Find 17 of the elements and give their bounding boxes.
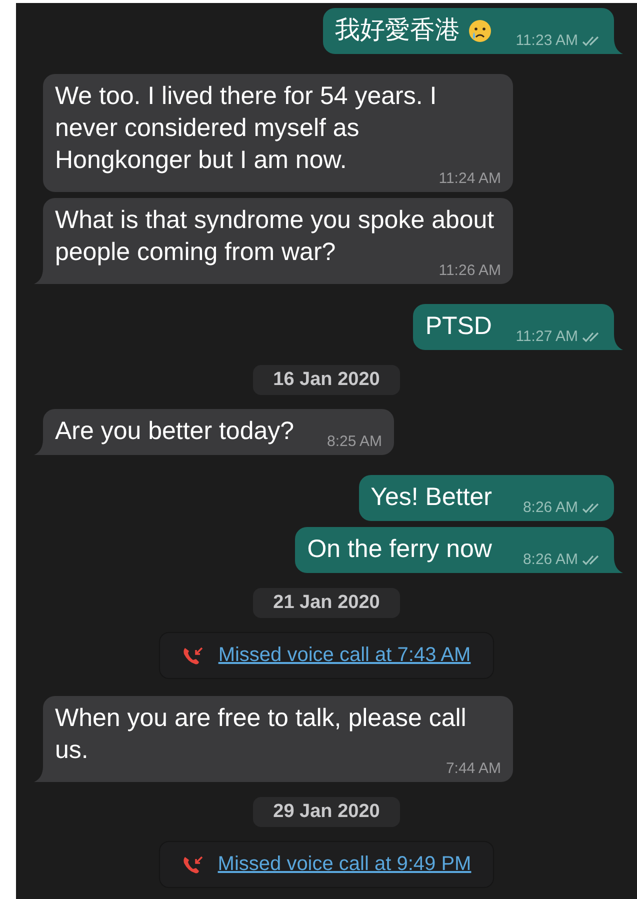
- message-time: 11:27 AM: [516, 328, 578, 346]
- message-text: On the ferry now: [307, 535, 492, 563]
- message-text: Yes! Better: [370, 483, 492, 511]
- message-time: 11:24 AM: [438, 170, 501, 188]
- message-time: 8:26 AM: [522, 551, 578, 569]
- message-text: 我好愛香港: [335, 16, 460, 44]
- message-time: 8:26 AM: [522, 499, 578, 517]
- date-label: 29 Jan 2020: [253, 797, 400, 827]
- date-label: 21 Jan 2020: [253, 588, 400, 618]
- message-time: 8:25 AM: [327, 433, 382, 451]
- message-text: PTSD: [425, 312, 492, 340]
- missed-call-link[interactable]: Missed voice call at 7:43 AM: [218, 642, 471, 669]
- message-time: 11:23 AM: [516, 32, 578, 50]
- message-text: We too. I lived there for 54 years. I never considered myself as Hongkonger but I am now.: [55, 82, 437, 174]
- date-label: 16 Jan 2020: [253, 365, 400, 395]
- missed-call-link[interactable]: Missed voice call at 9:49 PM: [218, 851, 472, 878]
- message-text: Are you better today?: [55, 417, 294, 445]
